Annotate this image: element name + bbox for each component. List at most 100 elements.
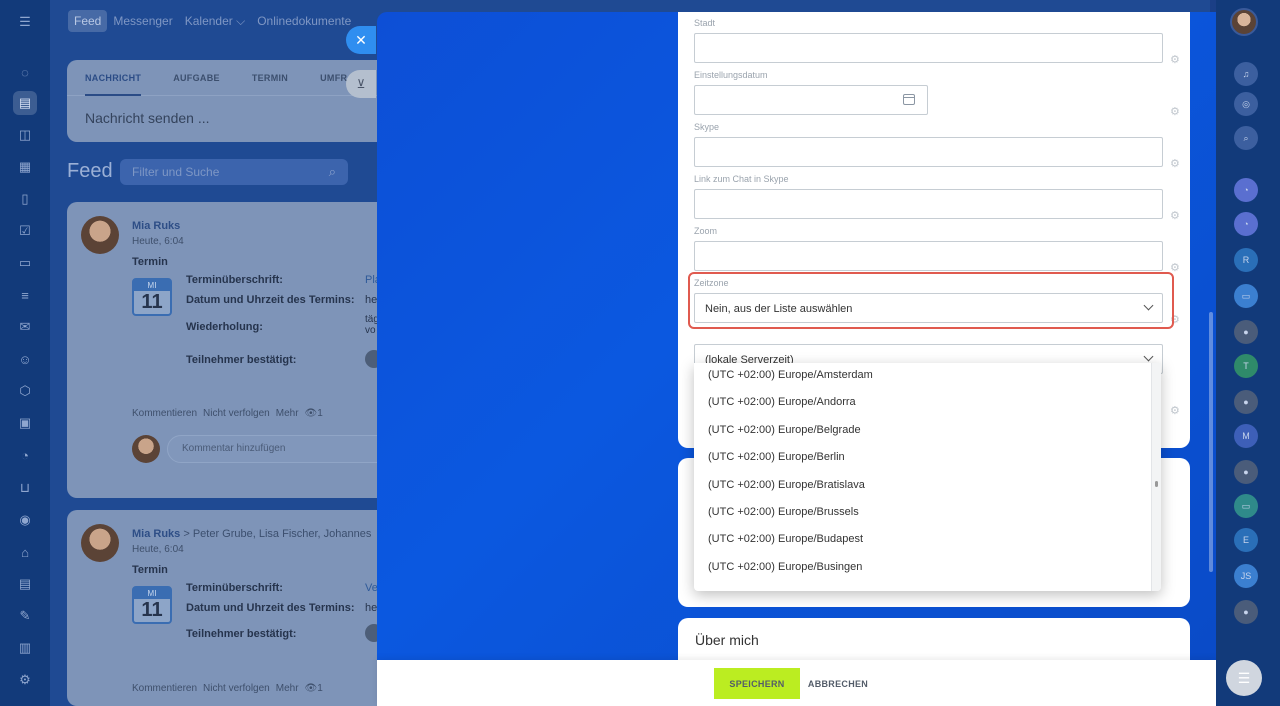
tasks-icon[interactable]: ☑ <box>13 219 37 243</box>
dropdown-option[interactable]: (UTC +02:00) Europe/Belgrade <box>694 418 1161 445</box>
cancel-button[interactable]: ABBRECHEN <box>803 668 873 699</box>
tab-message[interactable]: NACHRICHT <box>85 73 142 96</box>
gear-icon[interactable]: ⚙ <box>1170 261 1180 274</box>
hire-date-field: Einstellungsdatum <box>694 70 928 115</box>
search-chat-icon[interactable]: ⌕ <box>1234 126 1258 150</box>
avatar-m[interactable]: M <box>1234 424 1258 448</box>
nav-calendar[interactable]: Kalender ⌵ <box>179 10 251 33</box>
comment-link[interactable]: Kommentieren <box>132 408 197 419</box>
feed-icon[interactable]: ▤ <box>13 91 37 115</box>
calendar-weekday: MI <box>134 280 170 291</box>
sites-icon[interactable]: ▣ <box>13 411 37 435</box>
slider-scrollbar[interactable] <box>1209 312 1213 572</box>
automation-icon[interactable]: ⬡ <box>13 379 37 403</box>
avatar[interactable] <box>81 524 119 562</box>
settings-icon[interactable]: ⚙ <box>13 668 37 692</box>
dropdown-scrollbar[interactable] <box>1151 363 1161 591</box>
avatar[interactable] <box>81 216 119 254</box>
user-avatar[interactable]: ● <box>1234 460 1258 484</box>
user-avatar[interactable]: ● <box>1234 320 1258 344</box>
skype-input[interactable] <box>694 137 1163 167</box>
comment-link[interactable]: Kommentieren <box>132 683 197 694</box>
current-user-avatar[interactable] <box>1230 8 1258 36</box>
post-time: Heute, 6:04 <box>132 544 184 555</box>
filter-icon[interactable]: ≡ <box>13 283 37 307</box>
tab-task[interactable]: AUFGABE <box>173 73 220 95</box>
calendar-icon[interactable]: ▦ <box>13 155 37 179</box>
more-link[interactable]: Mehr <box>276 683 299 694</box>
dropdown-option[interactable]: (UTC +02:00) Europe/Andorra <box>694 390 1161 417</box>
gear-icon[interactable]: ⚙ <box>1170 105 1180 118</box>
user-avatar[interactable]: ● <box>1234 600 1258 624</box>
menu-icon[interactable]: ☰ <box>1226 660 1262 696</box>
crm-icon[interactable]: ▭ <box>13 251 37 275</box>
gear-icon[interactable]: ⚙ <box>1170 209 1180 222</box>
dropdown-option[interactable]: (UTC +02:00) Europe/Berlin <box>694 445 1161 472</box>
skype-chat-link-input[interactable] <box>694 189 1163 219</box>
avatar-t[interactable]: T <box>1234 354 1258 378</box>
dropdown-option[interactable]: (UTC +02:00) Europe/Amsterdam <box>694 363 1161 390</box>
dropdown-option[interactable]: (UTC +02:00) Europe/Busingen <box>694 555 1161 582</box>
dropdown-option[interactable]: (UTC +02:00) Europe/Budapest <box>694 527 1161 554</box>
left-sidebar: ☰ ◌ ▤ ◫ ▦ ▯ ☑ ▭ ≡ ✉ ☺ ⬡ ▣ ◔ ⊔ ◉ ⌂ ▤ ✎ ▥ … <box>0 0 50 706</box>
dropdown-option[interactable]: (UTC +02:00) Europe/Brussels <box>694 500 1161 527</box>
chat-avatar[interactable]: ▭ <box>1234 284 1258 308</box>
post-author[interactable]: Mia Ruks <box>132 220 180 232</box>
target-icon[interactable]: ◎ <box>1234 92 1258 116</box>
hire-date-input[interactable] <box>694 85 928 115</box>
tab-event[interactable]: TERMIN <box>252 73 288 95</box>
channel-icon[interactable]: ◔ <box>1234 178 1258 202</box>
signature-icon[interactable]: ✎ <box>13 604 37 628</box>
gear-icon[interactable]: ⚙ <box>1170 157 1180 170</box>
activity-icon[interactable]: ◌ <box>13 60 37 84</box>
message-input[interactable]: Nachricht senden ... <box>67 96 397 140</box>
scrollbar-thumb[interactable] <box>1155 481 1158 487</box>
unfollow-link[interactable]: Nicht verfolgen <box>203 408 270 419</box>
author-name[interactable]: Mia Ruks <box>132 528 180 540</box>
nav-feed[interactable]: Feed <box>68 10 108 32</box>
nav-online-documents[interactable]: Onlinedokumente <box>251 10 357 32</box>
city-label: Stadt <box>694 18 716 28</box>
menu-icon[interactable]: ☰ <box>13 10 37 34</box>
close-slider-button[interactable]: ✕ <box>346 26 376 54</box>
calendar-icon[interactable] <box>903 94 915 105</box>
comment-input[interactable]: Kommentar hinzufügen <box>167 435 397 463</box>
reports-icon[interactable]: ▥ <box>13 636 37 660</box>
notifications-icon[interactable]: ♫ <box>1234 62 1258 86</box>
analytics-icon[interactable]: ◔ <box>13 443 37 467</box>
post-author[interactable]: Mia Ruks > Peter Grube, Lisa Fischer, Jo… <box>132 528 371 540</box>
tab-poll[interactable]: UMFR <box>320 73 347 95</box>
marketing-icon[interactable]: ◉ <box>13 508 37 532</box>
mail-icon[interactable]: ✉ <box>13 315 37 339</box>
skype-label: Skype <box>694 122 720 132</box>
documents-icon[interactable]: ▯ <box>13 187 37 211</box>
field-value[interactable]: Ve <box>365 582 378 594</box>
field-label: Datum und Uhrzeit des Termins: <box>186 602 355 614</box>
city-input[interactable] <box>694 33 1163 63</box>
skype-chat-link-label: Link zum Chat in Skype <box>694 174 789 184</box>
dropdown-option[interactable]: (UTC +02:00) Europe/Bratislava <box>694 473 1161 500</box>
avatar-e[interactable]: E <box>1234 528 1258 552</box>
nav-messenger[interactable]: Messenger <box>107 10 178 32</box>
gear-icon[interactable]: ⚙ <box>1170 53 1180 66</box>
more-link[interactable]: Mehr <box>276 408 299 419</box>
unfollow-link[interactable]: Nicht verfolgen <box>203 683 270 694</box>
channel-icon[interactable]: ◔ <box>1234 212 1258 236</box>
user-avatar[interactable]: ● <box>1234 390 1258 414</box>
chat-avatar[interactable]: ▭ <box>1234 494 1258 518</box>
shop-icon[interactable]: ⊔ <box>13 476 37 500</box>
avatar-r[interactable]: R <box>1234 248 1258 272</box>
bot-icon[interactable]: ⌂ <box>13 540 37 564</box>
database-icon[interactable]: ▤ <box>13 572 37 596</box>
save-button[interactable]: SPEICHERN <box>714 668 800 699</box>
zoom-input[interactable] <box>694 241 1163 271</box>
minimize-icon: ⊻ <box>356 77 366 91</box>
search-icon[interactable]: ⌕ <box>329 164 336 180</box>
chat-icon[interactable]: ◫ <box>13 123 37 147</box>
minimize-slider-button[interactable]: ⊻ <box>346 70 376 98</box>
gear-icon[interactable]: ⚙ <box>1170 404 1180 417</box>
post-type: Termin <box>132 564 168 576</box>
feed-search-input[interactable]: Filter und Suche ⌕ <box>120 159 348 185</box>
contacts-icon[interactable]: ☺ <box>13 347 37 371</box>
avatar-js[interactable]: JS <box>1234 564 1258 588</box>
